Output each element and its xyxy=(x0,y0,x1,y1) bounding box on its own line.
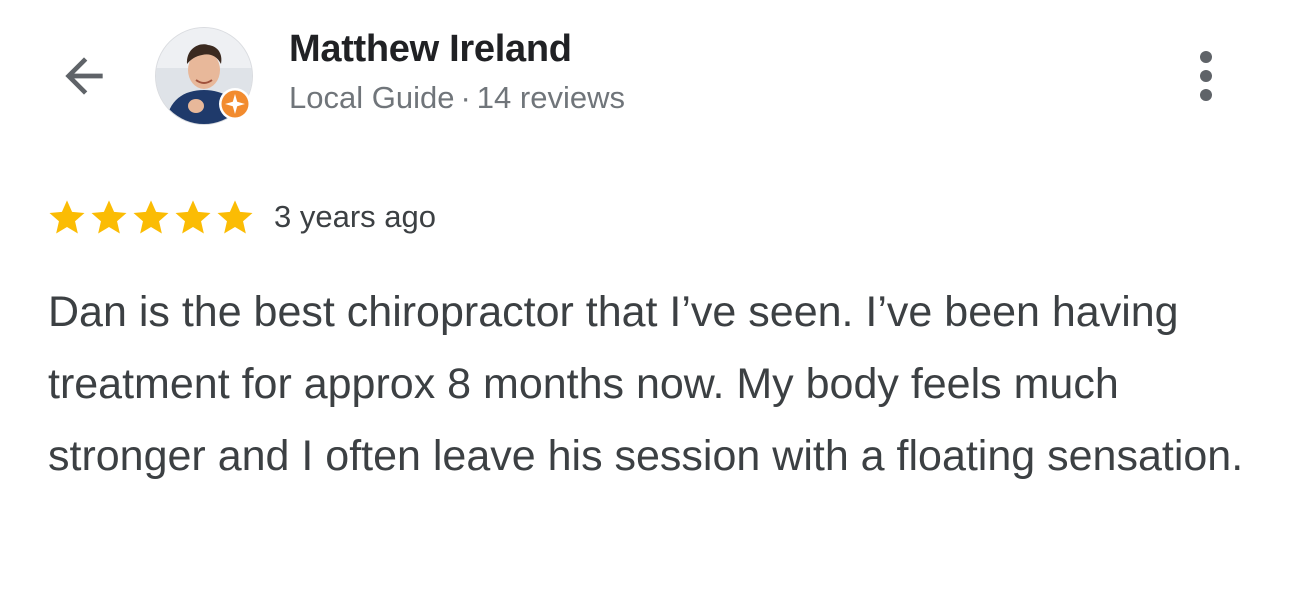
more-vert-icon xyxy=(1200,51,1212,101)
rating-row: 3 years ago xyxy=(46,195,436,239)
reviewer-avatar-container[interactable] xyxy=(155,27,253,125)
review-count[interactable]: 14 reviews xyxy=(477,80,625,115)
meta-separator: · xyxy=(460,80,471,115)
star-icon xyxy=(175,200,211,234)
review-text: Dan is the best chiropractor that I’ve s… xyxy=(48,288,1244,480)
back-button[interactable] xyxy=(52,44,116,108)
local-guide-badge-icon xyxy=(218,87,252,121)
star-icon xyxy=(217,200,253,234)
review-time: 3 years ago xyxy=(274,199,436,234)
star-icon xyxy=(49,200,85,234)
star-rating xyxy=(46,196,256,238)
reviewer-meta: Local Guide · 14 reviews xyxy=(289,80,625,116)
more-options-button[interactable] xyxy=(1182,44,1230,108)
reviewer-name[interactable]: Matthew Ireland xyxy=(289,28,572,71)
star-icon xyxy=(91,200,127,234)
star-icon xyxy=(133,200,169,234)
arrow-back-icon xyxy=(65,57,103,95)
reviewer-level: Local Guide xyxy=(289,80,455,115)
